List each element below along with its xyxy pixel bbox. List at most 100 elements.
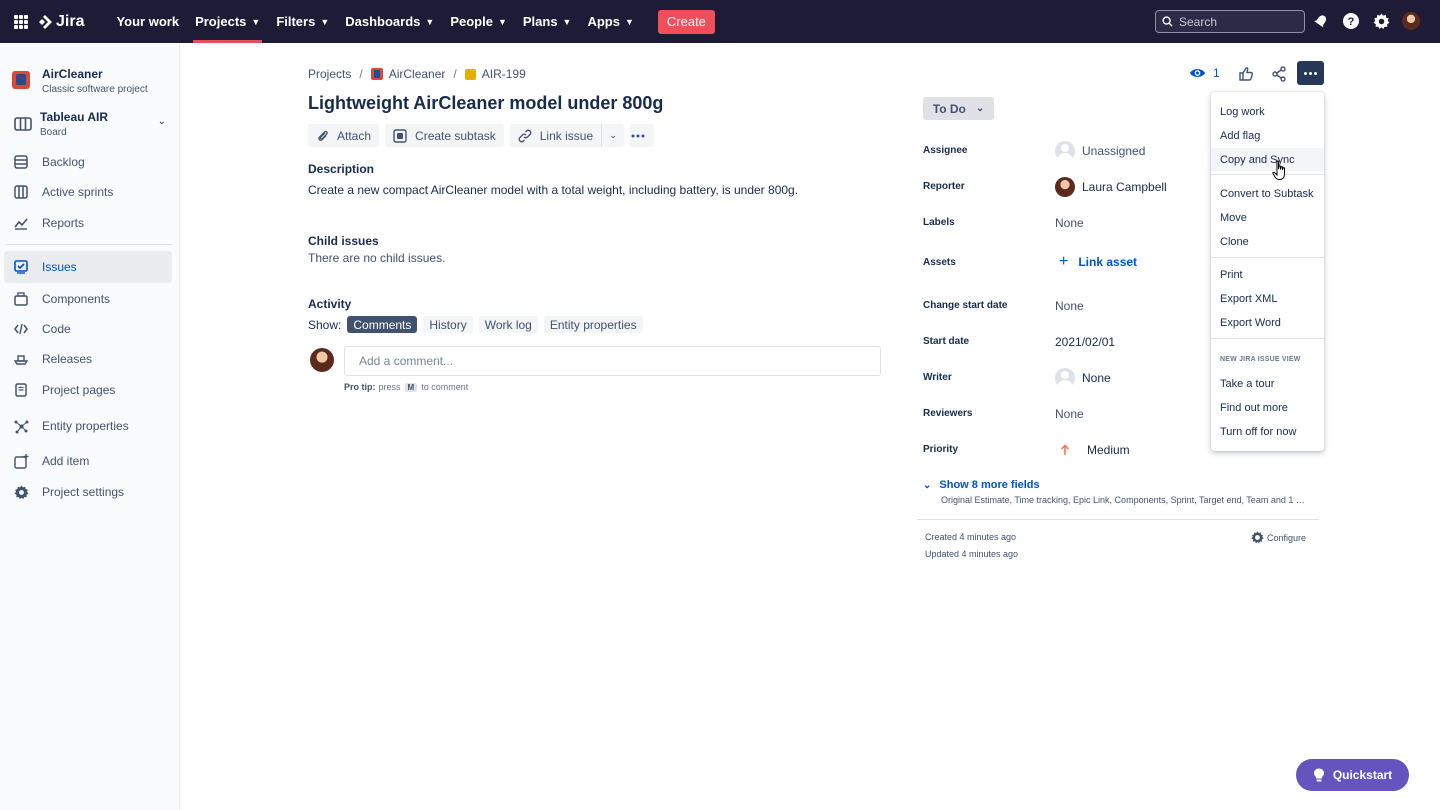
app-switcher-icon[interactable] <box>14 14 28 29</box>
breadcrumb-separator: / <box>453 67 457 81</box>
toolbar-more-button[interactable] <box>630 124 655 147</box>
settings-gear-icon[interactable] <box>1372 12 1390 30</box>
attach-label: Attach <box>337 128 372 143</box>
link-asset-label: Link asset <box>1078 255 1138 269</box>
protip-rest: to comment <box>421 382 469 392</box>
configure-button[interactable]: Configure <box>1251 531 1306 544</box>
field-label-start-date: Start date <box>923 336 970 347</box>
sidebar-item-backlog[interactable]: Backlog <box>4 146 172 178</box>
field-value-labels[interactable]: None <box>1055 216 1084 230</box>
child-issues-empty: There are no child issues. <box>308 251 446 265</box>
nav-plans[interactable]: Plans ▼ <box>515 0 580 43</box>
breadcrumb-projects[interactable]: Projects <box>308 67 351 81</box>
sidebar-item-reports[interactable]: Reports <box>4 207 172 239</box>
nav-label: Projects <box>195 14 247 29</box>
comment-input[interactable]: Add a comment... <box>344 346 881 376</box>
menu-item-log-work[interactable]: Log work <box>1211 100 1324 123</box>
sidebar-item-project-settings[interactable]: Project settings <box>4 476 172 508</box>
sidebar-item-label: Project pages <box>42 383 116 397</box>
sidebar-item-project-pages[interactable]: Project pages <box>4 374 172 406</box>
field-value-priority[interactable]: Medium <box>1055 443 1130 457</box>
menu-item-clone[interactable]: Clone <box>1211 230 1324 253</box>
like-icon[interactable] <box>1236 64 1256 84</box>
create-subtask-button[interactable]: Create subtask <box>385 124 504 147</box>
created-timestamp: Created 4 minutes ago <box>925 532 1017 542</box>
nav-menu: Your work Projects ▼ Filters ▼ Dashboards ▼… <box>106 0 715 43</box>
chevron-down-icon[interactable]: ⌄ <box>602 124 624 147</box>
sidebar-item-active-sprints[interactable]: Active sprints <box>4 176 172 208</box>
show-label: Show: <box>308 317 342 332</box>
board-icon <box>14 117 32 131</box>
menu-item-move[interactable]: Move <box>1211 206 1324 229</box>
watch-button[interactable]: 1 <box>1189 66 1220 80</box>
tab-entity-properties[interactable]: Entity properties <box>543 316 643 333</box>
nav-apps[interactable]: Apps ▼ <box>579 0 641 43</box>
chevron-down-icon: ▼ <box>320 16 330 27</box>
issue-type-icon <box>464 68 476 80</box>
menu-item-find-out-more[interactable]: Find out more <box>1211 396 1324 419</box>
attach-button[interactable]: Attach <box>308 124 380 147</box>
tab-comments[interactable]: Comments <box>347 316 418 333</box>
nav-projects[interactable]: Projects ▼ <box>187 0 268 43</box>
user-avatar[interactable] <box>1402 12 1420 30</box>
field-value-change-start-date[interactable]: None <box>1055 299 1084 313</box>
show-more-fields-button[interactable]: ⌄ Show 8 more fields <box>923 479 1040 491</box>
sidebar-item-releases[interactable]: Releases <box>4 343 172 375</box>
breadcrumb-issue-key[interactable]: AIR-199 <box>482 67 526 81</box>
sidebar-item-code[interactable]: Code <box>4 313 172 345</box>
jira-logo[interactable]: Jira <box>38 13 84 31</box>
chevron-down-icon: ▼ <box>251 16 261 27</box>
menu-divider <box>1211 257 1324 258</box>
board-selector[interactable]: Tableau AIR Board ⌄ <box>14 110 170 138</box>
field-value-start-date[interactable]: 2021/02/01 <box>1055 335 1115 349</box>
gear-icon <box>1251 531 1264 544</box>
menu-item-add-flag[interactable]: Add flag <box>1211 124 1324 147</box>
sidebar-item-components[interactable]: Components <box>4 283 172 315</box>
nav-filters[interactable]: Filters ▼ <box>268 0 337 43</box>
menu-item-print[interactable]: Print <box>1211 263 1324 286</box>
notifications-icon[interactable] <box>1312 12 1330 30</box>
menu-item-export-xml[interactable]: Export XML <box>1211 287 1324 310</box>
breadcrumb-project[interactable]: AirCleaner <box>389 67 446 81</box>
activity-heading: Activity <box>308 297 352 311</box>
tab-work-log[interactable]: Work log <box>478 316 538 333</box>
status-dropdown[interactable]: To Do ⌄ <box>923 97 994 120</box>
create-subtask-label: Create subtask <box>415 128 496 143</box>
field-value-reviewers[interactable]: None <box>1055 407 1084 421</box>
component-icon <box>13 291 29 307</box>
help-icon[interactable]: ? <box>1342 12 1360 30</box>
activity-filter: Show: Comments History Work log Entity p… <box>308 316 643 333</box>
nav-dashboards[interactable]: Dashboards ▼ <box>337 0 442 43</box>
sidebar-item-add-item[interactable]: Add item <box>4 445 172 477</box>
link-asset-button[interactable]: + Link asset <box>1059 254 1138 270</box>
quickstart-button[interactable]: Quickstart <box>1296 759 1409 791</box>
menu-item-copy-and-sync[interactable]: Copy and Sync <box>1211 148 1324 171</box>
nav-people[interactable]: People ▼ <box>442 0 515 43</box>
sidebar-item-issues[interactable]: Issues <box>4 251 172 283</box>
issue-title[interactable]: Lightweight AirCleaner model under 800g <box>308 93 663 114</box>
menu-item-take-a-tour[interactable]: Take a tour <box>1211 372 1324 395</box>
tab-history[interactable]: History <box>423 316 473 333</box>
share-icon[interactable] <box>1269 64 1289 84</box>
chevron-down-icon: ▼ <box>562 16 572 27</box>
description-text[interactable]: Create a new compact AirCleaner model wi… <box>308 183 798 197</box>
sidebar-item-label: Add item <box>42 454 90 468</box>
nav-your-work[interactable]: Your work <box>108 0 187 43</box>
project-header[interactable]: AirCleaner Classic software project <box>12 67 148 95</box>
field-value-reporter[interactable]: Laura Campbell <box>1055 177 1167 197</box>
menu-item-export-word[interactable]: Export Word <box>1211 311 1324 334</box>
field-value-writer[interactable]: None <box>1055 368 1111 388</box>
create-button[interactable]: Create <box>657 9 715 34</box>
sidebar-divider <box>6 244 172 245</box>
search-input[interactable]: Search <box>1155 10 1305 33</box>
board-type: Board <box>40 127 67 138</box>
backlog-icon <box>13 154 29 170</box>
menu-item-convert-to-subtask[interactable]: Convert to Subtask <box>1211 182 1324 205</box>
sidebar-item-entity-properties[interactable]: Entity properties <box>4 410 172 442</box>
link-issue-button[interactable]: Link issue <box>510 124 601 147</box>
menu-item-turn-off[interactable]: Turn off for now <box>1211 420 1324 443</box>
show-more-label: Show 8 more fields <box>939 479 1040 491</box>
menu-divider <box>1211 174 1324 175</box>
field-value-assignee[interactable]: Unassigned <box>1055 141 1145 161</box>
issue-actions-more-button[interactable] <box>1297 61 1324 85</box>
